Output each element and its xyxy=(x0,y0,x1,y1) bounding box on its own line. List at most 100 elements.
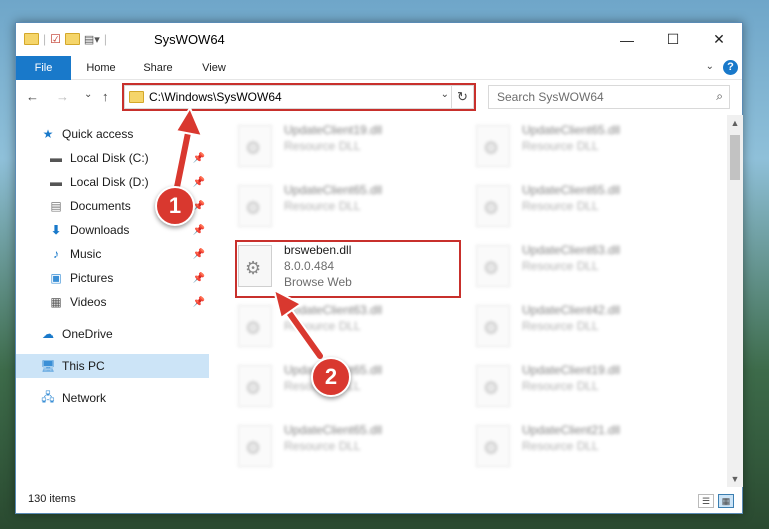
maximize-button[interactable]: ☐ xyxy=(650,23,696,56)
dll-file-icon: ⚙ xyxy=(476,425,510,467)
gear-icon: ⚙ xyxy=(483,318,500,338)
file-item[interactable]: ⚙ UpdateClient65.dll Resource DLL xyxy=(470,119,698,175)
file-description: Resource DLL xyxy=(284,139,361,153)
folder-icon xyxy=(24,33,39,45)
file-highlight-box xyxy=(235,240,461,298)
sidebar-item-videos[interactable]: ▦ Videos 📌 xyxy=(16,290,209,314)
file-item[interactable]: ⚙ UpdateClient19.dll Resource DLL xyxy=(470,359,698,415)
tab-home[interactable]: Home xyxy=(76,56,126,80)
sidebar-item-quick-access[interactable]: ★ Quick access xyxy=(16,122,209,146)
star-icon: ★ xyxy=(42,127,54,141)
back-button[interactable]: ← xyxy=(26,89,39,104)
drive-icon: ▬ xyxy=(50,175,62,189)
file-name: UpdateClient21.dll xyxy=(522,423,621,437)
videos-icon: ▦ xyxy=(50,295,62,309)
sidebar-item-label: Downloads xyxy=(70,223,130,237)
dll-file-icon: ⚙ xyxy=(476,185,510,227)
vertical-scrollbar[interactable]: ▲ ▼ xyxy=(727,115,743,487)
gear-icon: ⚙ xyxy=(245,198,262,218)
file-name: UpdateClient42.dll xyxy=(522,303,621,317)
dll-file-icon: ⚙ xyxy=(238,365,272,407)
drive-icon: ▬ xyxy=(50,151,62,165)
sidebar-item-label: Network xyxy=(62,391,107,405)
details-view-icon[interactable]: ☰ xyxy=(698,494,714,508)
dll-file-icon: ⚙ xyxy=(476,365,510,407)
sidebar-item-music[interactable]: ♪ Music 📌 xyxy=(16,242,209,266)
pictures-icon: ▣ xyxy=(50,271,62,285)
sidebar-item-local-disk-c[interactable]: ▬ Local Disk (C:) 📌 xyxy=(16,146,209,170)
file-name: UpdateClient65.dll xyxy=(284,183,383,197)
file-name: UpdateClient65.dll xyxy=(522,123,621,137)
step-1-badge: 1 xyxy=(155,186,195,226)
sidebar-item-label: Documents xyxy=(70,199,131,213)
file-description: Resource DLL xyxy=(522,139,599,153)
ribbon-tabs: File Home Share View ⌄ ? xyxy=(16,56,742,80)
close-button[interactable]: ✕ xyxy=(696,23,742,56)
scroll-up-icon[interactable]: ▲ xyxy=(727,115,743,131)
pin-icon: 📌 xyxy=(192,248,205,260)
address-highlight-box xyxy=(122,83,476,111)
dll-file-icon: ⚙ xyxy=(476,305,510,347)
file-list: ⚙ UpdateClient19.dll Resource DLL ⚙ Upda… xyxy=(212,115,726,485)
search-input[interactable]: Search SysWOW64 ⌕ xyxy=(488,85,730,109)
scrollbar-thumb[interactable] xyxy=(730,135,740,180)
dll-file-icon: ⚙ xyxy=(476,245,510,287)
gear-icon: ⚙ xyxy=(483,138,500,158)
file-explorer-window: | ☑ ▤▾ | SysWOW64 — ☐ ✕ File Home Share … xyxy=(15,22,743,514)
file-description: Resource DLL xyxy=(522,259,599,273)
sidebar-item-label: Videos xyxy=(70,295,107,309)
gear-icon: ⚙ xyxy=(483,258,500,278)
pin-icon: 📌 xyxy=(192,296,205,308)
new-folder-icon[interactable] xyxy=(64,33,80,45)
computer-icon: 🖥 xyxy=(40,359,56,373)
forward-button[interactable]: → xyxy=(56,89,69,104)
sidebar-item-network[interactable]: 🖧 Network xyxy=(16,386,209,410)
file-item[interactable]: ⚙ UpdateClient63.dll Resource DLL xyxy=(232,299,460,355)
search-placeholder[interactable]: Search SysWOW64 xyxy=(497,90,604,104)
file-item[interactable]: ⚙ UpdateClient42.dll Resource DLL xyxy=(470,299,698,355)
tab-file[interactable]: File xyxy=(16,56,71,80)
sidebar-item-onedrive[interactable]: ☁ OneDrive xyxy=(16,322,209,346)
file-description: Resource DLL xyxy=(522,319,599,333)
file-item[interactable]: ⚙ UpdateClient19.dll Resource DLL xyxy=(232,119,460,175)
customize-toolbar-icon[interactable]: ▤▾ xyxy=(84,33,100,46)
file-description: Resource DLL xyxy=(284,199,361,213)
file-name: UpdateClient19.dll xyxy=(284,123,383,137)
sidebar-item-label: This PC xyxy=(62,359,105,373)
dll-file-icon: ⚙ xyxy=(238,305,272,347)
expand-ribbon-icon[interactable]: ⌄ xyxy=(706,61,714,72)
tab-view[interactable]: View xyxy=(192,56,236,80)
step-2-badge: 2 xyxy=(311,357,351,397)
file-item[interactable]: ⚙ UpdateClient65.dll Resource DLL xyxy=(470,179,698,235)
tab-share[interactable]: Share xyxy=(134,56,182,80)
documents-icon: ▤ xyxy=(50,199,62,213)
sidebar-item-pictures[interactable]: ▣ Pictures 📌 xyxy=(16,266,209,290)
file-item[interactable]: ⚙ UpdateClient65.dll Resource DLL xyxy=(232,419,460,475)
help-icon[interactable]: ? xyxy=(723,60,738,75)
file-description: Resource DLL xyxy=(284,439,361,453)
file-item[interactable]: ⚙ UpdateClient65.dll Resource DLL xyxy=(232,179,460,235)
window-title: SysWOW64 xyxy=(154,32,225,47)
file-item[interactable]: ⚙ UpdateClient21.dll Resource DLL xyxy=(470,419,698,475)
recent-locations-button[interactable]: ⌄ xyxy=(84,89,92,100)
sidebar-item-label: Local Disk (D:) xyxy=(70,175,149,189)
pin-icon: 📌 xyxy=(192,224,205,236)
dll-file-icon: ⚙ xyxy=(238,125,272,167)
gear-icon: ⚙ xyxy=(483,438,500,458)
minimize-button[interactable]: — xyxy=(604,23,650,56)
scroll-down-icon[interactable]: ▼ xyxy=(727,471,743,487)
file-name: UpdateClient63.dll xyxy=(284,303,383,317)
file-description: Resource DLL xyxy=(522,439,599,453)
up-button[interactable]: ↑ xyxy=(102,89,109,104)
sidebar-item-this-pc[interactable]: 🖥 This PC xyxy=(16,354,209,378)
gear-icon: ⚙ xyxy=(245,138,262,158)
sidebar-item-label: OneDrive xyxy=(62,327,113,341)
file-item[interactable]: ⚙ UpdateClient63.dll Resource DLL xyxy=(470,239,698,295)
cloud-icon: ☁ xyxy=(42,327,54,341)
sidebar-item-label: Music xyxy=(70,247,102,261)
pin-icon: 📌 xyxy=(192,152,205,164)
gear-icon: ⚙ xyxy=(483,198,500,218)
properties-icon[interactable]: ☑ xyxy=(50,32,61,46)
search-icon[interactable]: ⌕ xyxy=(716,89,723,104)
large-icons-view-icon[interactable]: ▦ xyxy=(718,494,734,508)
